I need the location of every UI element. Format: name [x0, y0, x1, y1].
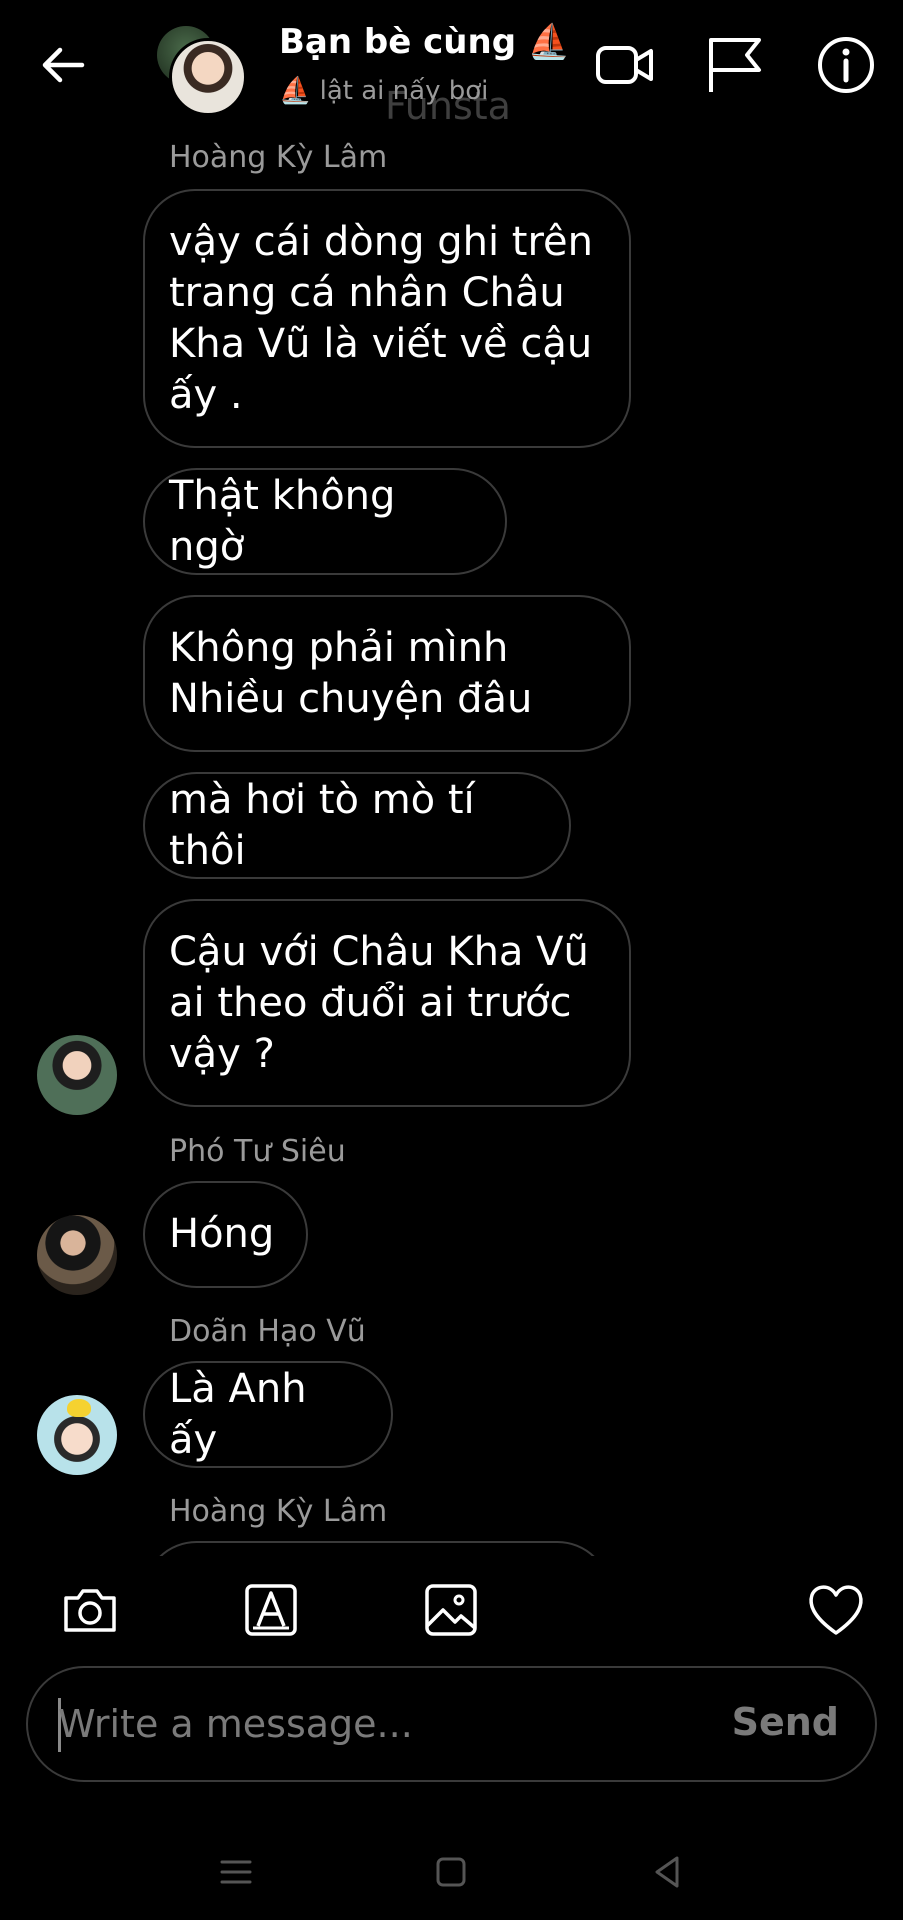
back-icon[interactable] [645, 1850, 689, 1894]
sender-name: Hoàng Kỳ Lâm [169, 1494, 388, 1529]
message-bubble[interactable]: Cậu với Châu Kha Vũ ai theo đuổi ai trướ… [143, 899, 631, 1107]
sender-name: Hoàng Kỳ Lâm [169, 140, 388, 175]
message-text: Thật không ngờ [169, 472, 396, 570]
message-bubble[interactable]: Thật không ngờ [143, 468, 507, 575]
message-input[interactable] [58, 1692, 718, 1756]
group-title[interactable]: Bạn bè cùng ⛵ [279, 22, 570, 62]
avatar[interactable] [37, 1395, 117, 1475]
sender-name: Doãn Hạo Vũ [169, 1314, 366, 1349]
avatar-front [169, 38, 247, 116]
message-text: Cậu với Châu Kha Vũ ai theo đuổi ai trướ… [169, 928, 589, 1077]
message-text: mà hơi tò mò tí thôi [169, 776, 475, 874]
gallery-icon[interactable] [421, 1580, 481, 1640]
system-navbar [0, 1820, 903, 1920]
message-bubble[interactable]: Là Anh ấy [143, 1361, 393, 1468]
sender-name: Phó Tư Siêu [169, 1134, 346, 1169]
camera-icon[interactable] [60, 1580, 120, 1640]
chat-header: Funsta Bạn bè cùng ⛵ ⛵ lật ai nấy bơi [0, 0, 903, 140]
info-icon[interactable] [815, 34, 877, 96]
message-bubble[interactable]: Hóng [143, 1181, 308, 1288]
message-bubble[interactable]: Không phải mình Nhiều chuyện đâu [143, 595, 631, 752]
heart-icon[interactable] [806, 1580, 866, 1640]
message-bubble[interactable]: vậy cái dòng ghi trên trang cá nhân Châu… [143, 189, 631, 448]
menu-icon[interactable] [214, 1850, 258, 1894]
avatar[interactable] [37, 1035, 117, 1115]
chat-screen: Funsta Bạn bè cùng ⛵ ⛵ lật ai nấy bơi Ho… [0, 0, 903, 1920]
message-text: Hóng [169, 1211, 275, 1257]
video-call-icon[interactable] [594, 34, 656, 96]
message-text: Không phải mình Nhiều chuyện đâu [169, 624, 533, 722]
duck-accessory [67, 1399, 91, 1417]
sticker-icon[interactable] [241, 1580, 301, 1640]
message-composer[interactable]: Send [26, 1666, 877, 1782]
group-subtitle: ⛵ lật ai nấy bơi [279, 76, 489, 106]
back-arrow-icon[interactable] [38, 40, 88, 90]
home-icon[interactable] [429, 1850, 473, 1894]
send-button[interactable]: Send [732, 1700, 839, 1744]
message-text: vậy cái dòng ghi trên trang cá nhân Châu… [169, 218, 594, 418]
group-avatar[interactable] [155, 24, 265, 116]
avatar[interactable] [37, 1215, 117, 1295]
message-text: Là Anh ấy [169, 1365, 307, 1463]
message-bubble[interactable]: mà hơi tò mò tí thôi [143, 772, 571, 879]
flag-icon[interactable] [703, 34, 765, 96]
